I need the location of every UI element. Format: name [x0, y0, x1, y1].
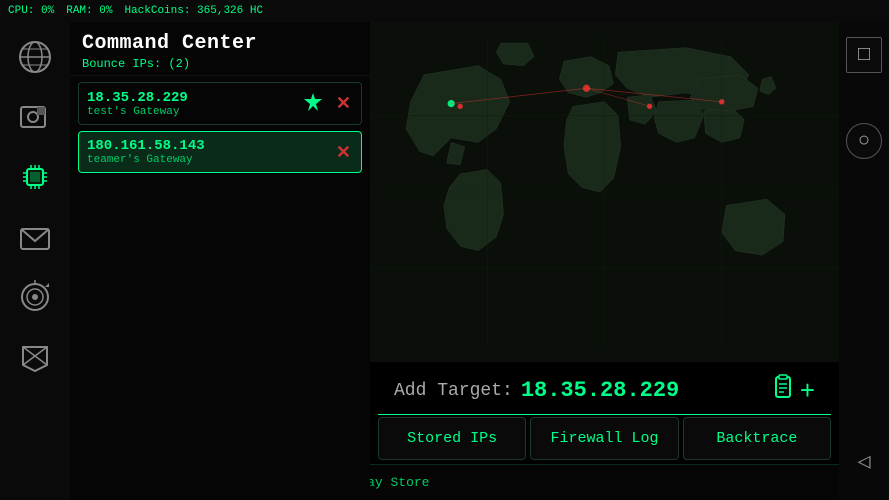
left-panel: Command Center Bounce IPs: (2) 18.35.28.…	[70, 22, 370, 500]
circle-button[interactable]: ○	[846, 123, 882, 159]
ip-gateway-1: test's Gateway	[87, 106, 300, 118]
right-panel: □ ○ ◁	[839, 22, 889, 500]
clipboard-button[interactable]	[768, 373, 796, 408]
ip-gateway-2: teamer's Gateway	[87, 154, 334, 166]
tab-stored-ips[interactable]: Stored IPs	[378, 417, 526, 460]
status-bar: CPU: 0% RAM: 0% HackCoins: 365,326 HC	[0, 0, 889, 22]
ram-stat: RAM: 0%	[66, 5, 112, 17]
tab-buttons: Stored IPs Firewall Log Backtrace	[378, 417, 831, 460]
ip-entry-2[interactable]: 180.161.58.143 teamer's Gateway ✕	[78, 131, 362, 173]
sidebar-item-chip[interactable]	[8, 150, 62, 204]
remove-ip-button-2[interactable]: ✕	[334, 140, 353, 165]
bounce-ips-label: Bounce IPs: (2)	[82, 57, 358, 71]
ip-actions-2: ✕	[334, 140, 353, 165]
ip-entry-1[interactable]: 18.35.28.229 test's Gateway ✕	[78, 82, 362, 125]
hackcoins-stat: HackCoins: 365,326 HC	[124, 5, 263, 17]
sidebar-item-disk[interactable]	[8, 90, 62, 144]
tab-firewall-log[interactable]: Firewall Log	[530, 417, 678, 460]
sidebar-item-target[interactable]	[8, 270, 62, 324]
cpu-stat: CPU: 0%	[8, 5, 54, 17]
add-target-label: Add Target:	[394, 381, 513, 401]
command-center-header: Command Center Bounce IPs: (2)	[70, 22, 370, 76]
ip-address-2: 180.161.58.143	[87, 138, 334, 154]
sidebar-item-globe[interactable]	[8, 30, 62, 84]
ip-actions-1: ✕	[300, 89, 353, 118]
ip-address-1: 18.35.28.229	[87, 90, 300, 106]
bottom-area: Add Target: 18.35.28.229 + Stored IPs Fi…	[370, 367, 839, 460]
square-button[interactable]: □	[846, 37, 882, 73]
sidebar-item-mail[interactable]	[8, 210, 62, 264]
sidebar-item-road[interactable]	[8, 330, 62, 384]
add-target-ip: 18.35.28.229	[521, 378, 679, 403]
add-ip-button[interactable]: +	[800, 375, 815, 406]
add-target-row: Add Target: 18.35.28.229 +	[378, 367, 831, 415]
tab-backtrace[interactable]: Backtrace	[683, 417, 831, 460]
command-center-title: Command Center	[82, 32, 358, 55]
ip-info-1: 18.35.28.229 test's Gateway	[87, 90, 300, 118]
set-target-button-1[interactable]	[300, 89, 326, 118]
back-button[interactable]: ◁	[846, 444, 882, 480]
map-area	[370, 22, 839, 362]
remove-ip-button-1[interactable]: ✕	[334, 91, 353, 116]
ip-info-2: 180.161.58.143 teamer's Gateway	[87, 138, 334, 166]
sidebar	[0, 22, 70, 500]
ip-list: 18.35.28.229 test's Gateway ✕ 180.161.58…	[70, 76, 370, 185]
add-target-icons: +	[768, 373, 815, 408]
